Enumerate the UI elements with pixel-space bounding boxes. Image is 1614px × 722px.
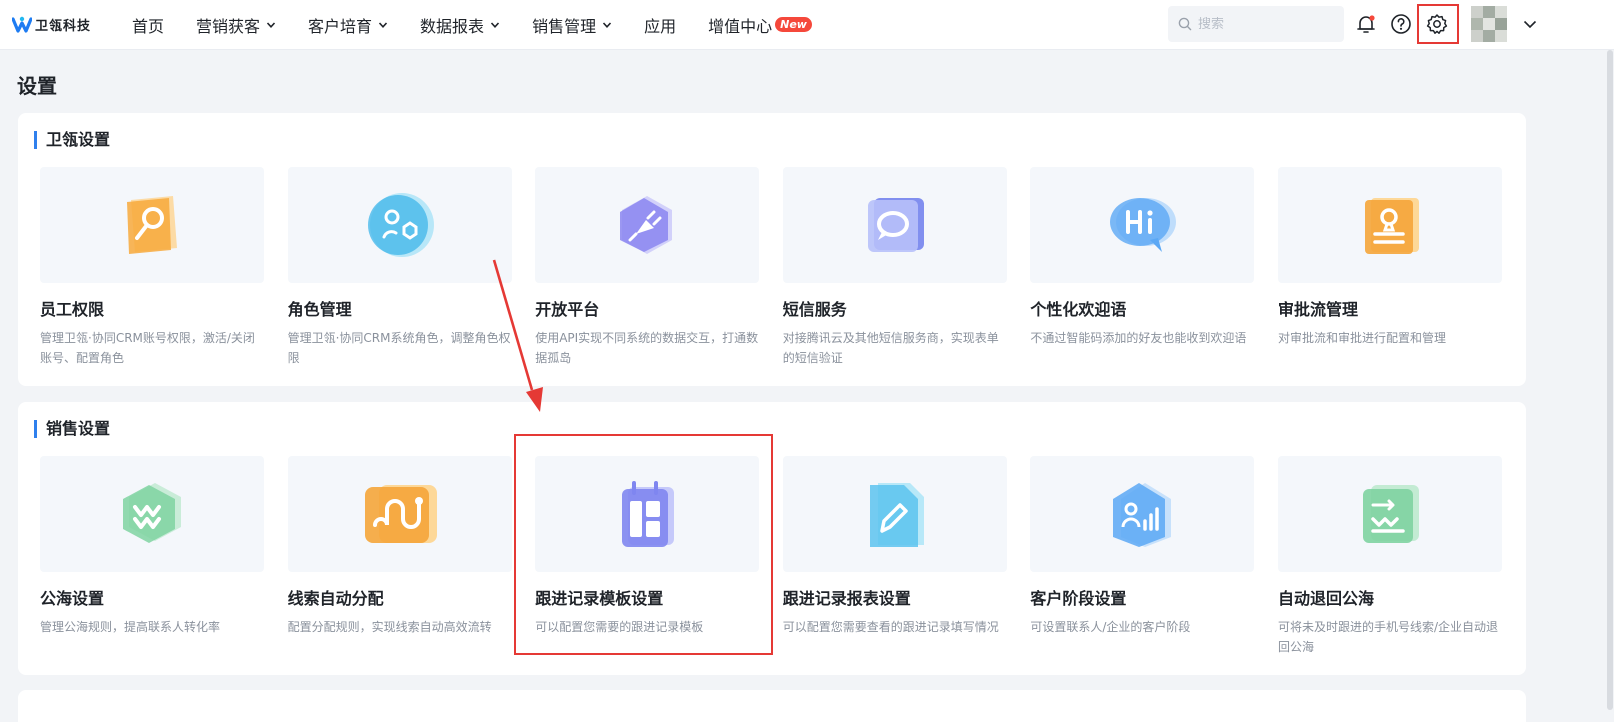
sea-icon bbox=[123, 483, 181, 543]
card-title: 审批流管理 bbox=[1277, 300, 1358, 319]
card-followup-report-settings[interactable]: 跟进记录报表设置 可以配置您需要查看的跟进记录填写情况 bbox=[782, 456, 1007, 657]
card-open-platform[interactable]: 开放平台 使用API实现不同系统的数据交互，打通数据孤岛 bbox=[535, 167, 760, 368]
card-role-management[interactable]: 角色管理 管理卫瓴·协同CRM系统角色，调整角色权限 bbox=[287, 167, 512, 368]
nav-item-apps[interactable]: 应用 bbox=[644, 13, 676, 37]
chevron-down-icon bbox=[490, 21, 500, 28]
card-sms-service[interactable]: 短信服务 对接腾讯云及其他短信服务商，实现表单的短信验证 bbox=[782, 167, 1007, 368]
card-title: 员工权限 bbox=[40, 300, 105, 319]
logo-icon bbox=[12, 16, 32, 33]
nav-item-label: 数据报表 bbox=[420, 16, 485, 36]
page-title: 设置 bbox=[17, 74, 57, 98]
card-lead-auto-assign[interactable]: 线索自动分配 配置分配规则，实现线索自动高效流转 bbox=[287, 456, 512, 657]
card-title: 角色管理 bbox=[287, 300, 352, 319]
card-image bbox=[287, 456, 512, 572]
card-image bbox=[782, 456, 1007, 572]
card-description: 对审批流和审批进行配置和管理 bbox=[1277, 331, 1446, 345]
card-image bbox=[40, 167, 264, 283]
nav-item-reports[interactable]: 数据报表 bbox=[420, 13, 500, 37]
search-icon bbox=[1178, 17, 1192, 31]
chevron-down-icon bbox=[266, 21, 276, 28]
role-icon bbox=[367, 193, 434, 257]
card-title: 短信服务 bbox=[782, 300, 847, 319]
card-description: 管理卫瓴·协同CRM账号权限，激活/关闭账号、配置角色 bbox=[40, 331, 255, 365]
section-title: 销售设置 bbox=[34, 420, 110, 438]
card-description: 可以配置您需要查看的跟进记录填写情况 bbox=[782, 620, 999, 634]
nav-item-nurture[interactable]: 客户培育 bbox=[308, 13, 388, 37]
stage-icon bbox=[1113, 483, 1172, 547]
card-title: 自动退回公海 bbox=[1277, 589, 1374, 608]
scrollbar[interactable] bbox=[1606, 50, 1614, 722]
nav-item-label: 客户培育 bbox=[308, 16, 373, 36]
notification-button[interactable] bbox=[1354, 12, 1378, 36]
section-weiling-settings: 卫瓴设置 员工权限 管理卫瓴·协同CRM账号权限，激活/关闭账号、配置角色 角色… bbox=[18, 113, 1526, 386]
search-input[interactable] bbox=[1198, 16, 1328, 32]
key-icon bbox=[127, 196, 177, 254]
chat-icon bbox=[867, 198, 924, 252]
nav-item-label: 应用 bbox=[644, 16, 677, 36]
chevron-down-icon bbox=[602, 21, 612, 28]
card-description: 配置分配规则，实现线索自动高效流转 bbox=[287, 620, 492, 634]
logo-text: 卫瓴科技 bbox=[35, 19, 92, 34]
card-grid: 公海设置 管理公海规则，提高联系人转化率 线索自动分配 配置分配规则，实现线索自… bbox=[40, 456, 1526, 657]
card-title: 跟进记录报表设置 bbox=[782, 589, 911, 608]
nav-item-home[interactable]: 首页 bbox=[132, 13, 164, 37]
card-image bbox=[1277, 456, 1502, 572]
card-image bbox=[40, 456, 264, 572]
card-grid: 员工权限 管理卫瓴·协同CRM账号权限，激活/关闭账号、配置角色 角色管理 管理… bbox=[40, 167, 1526, 368]
card-image bbox=[287, 167, 512, 283]
route-icon bbox=[364, 485, 437, 543]
card-description: 不通过智能码添加的好友也能收到欢迎语 bbox=[1030, 331, 1247, 345]
card-title: 开放平台 bbox=[535, 300, 600, 319]
card-title: 线索自动分配 bbox=[287, 589, 384, 608]
nav-item-sales[interactable]: 销售管理 bbox=[532, 13, 612, 37]
hi-icon bbox=[1110, 198, 1177, 252]
bell-icon bbox=[1357, 15, 1375, 33]
nav-item-label: 销售管理 bbox=[532, 16, 597, 36]
new-badge: New bbox=[775, 17, 812, 32]
template-settings-highlight-box bbox=[514, 434, 773, 655]
card-image bbox=[1030, 456, 1255, 572]
section-title: 卫瓴设置 bbox=[34, 131, 110, 149]
card-personalized-welcome[interactable]: 个性化欢迎语 不通过智能码添加的好友也能收到欢迎语 bbox=[1030, 167, 1255, 368]
card-title: 个性化欢迎语 bbox=[1030, 300, 1127, 319]
card-description: 管理卫瓴·协同CRM系统角色，调整角色权限 bbox=[287, 331, 511, 365]
next-section-partial bbox=[18, 690, 1526, 722]
avatar[interactable] bbox=[1471, 6, 1507, 42]
card-image bbox=[535, 167, 760, 283]
stamp-icon bbox=[1364, 198, 1419, 254]
main-nav: 首页 营销获客 客户培育 数据报表 销售管理 应用 增值中心 New bbox=[132, 13, 844, 37]
card-employee-permissions[interactable]: 员工权限 管理卫瓴·协同CRM账号权限，激活/关闭账号、配置角色 bbox=[40, 167, 264, 368]
card-description: 可将未及时跟进的手机号线索/企业自动退回公海 bbox=[1277, 620, 1499, 654]
nav-item-label: 营销获客 bbox=[196, 16, 261, 36]
logo[interactable]: 卫瓴科技 bbox=[12, 15, 122, 34]
card-description: 可设置联系人/企业的客户阶段 bbox=[1030, 620, 1191, 634]
card-approval-flow[interactable]: 审批流管理 对审批流和审批进行配置和管理 bbox=[1277, 167, 1502, 368]
card-image bbox=[1030, 167, 1255, 283]
edit-doc-icon bbox=[869, 483, 924, 547]
card-auto-return-public-sea[interactable]: 自动退回公海 可将未及时跟进的手机号线索/企业自动退回公海 bbox=[1277, 456, 1502, 657]
card-description: 使用API实现不同系统的数据交互，打通数据孤岛 bbox=[535, 331, 759, 365]
card-title: 客户阶段设置 bbox=[1030, 589, 1127, 608]
card-public-sea[interactable]: 公海设置 管理公海规则，提高联系人转化率 bbox=[40, 456, 264, 657]
settings-highlight-box bbox=[1417, 4, 1459, 44]
card-image bbox=[782, 167, 1007, 283]
help-icon bbox=[1391, 14, 1411, 34]
search-box[interactable] bbox=[1168, 6, 1344, 42]
chevron-down-icon bbox=[378, 21, 388, 28]
card-description: 对接腾讯云及其他短信服务商，实现表单的短信验证 bbox=[782, 331, 999, 365]
nav-item-label: 增值中心 bbox=[708, 16, 773, 36]
chevron-down-icon bbox=[1523, 20, 1537, 29]
card-customer-stage-settings[interactable]: 客户阶段设置 可设置联系人/企业的客户阶段 bbox=[1030, 456, 1255, 657]
card-title: 公海设置 bbox=[40, 589, 105, 608]
nav-item-marketing[interactable]: 营销获客 bbox=[196, 13, 276, 37]
nav-item-value-center[interactable]: 增值中心 New bbox=[708, 13, 812, 37]
plug-icon bbox=[620, 196, 673, 254]
help-button[interactable] bbox=[1389, 12, 1413, 36]
account-menu-button[interactable] bbox=[1518, 12, 1542, 36]
scrollbar-thumb[interactable] bbox=[1607, 50, 1613, 710]
card-description: 管理公海规则，提高联系人转化率 bbox=[40, 620, 221, 634]
nav-item-label: 首页 bbox=[132, 16, 165, 36]
card-image bbox=[1277, 167, 1502, 283]
return-icon bbox=[1362, 485, 1419, 543]
